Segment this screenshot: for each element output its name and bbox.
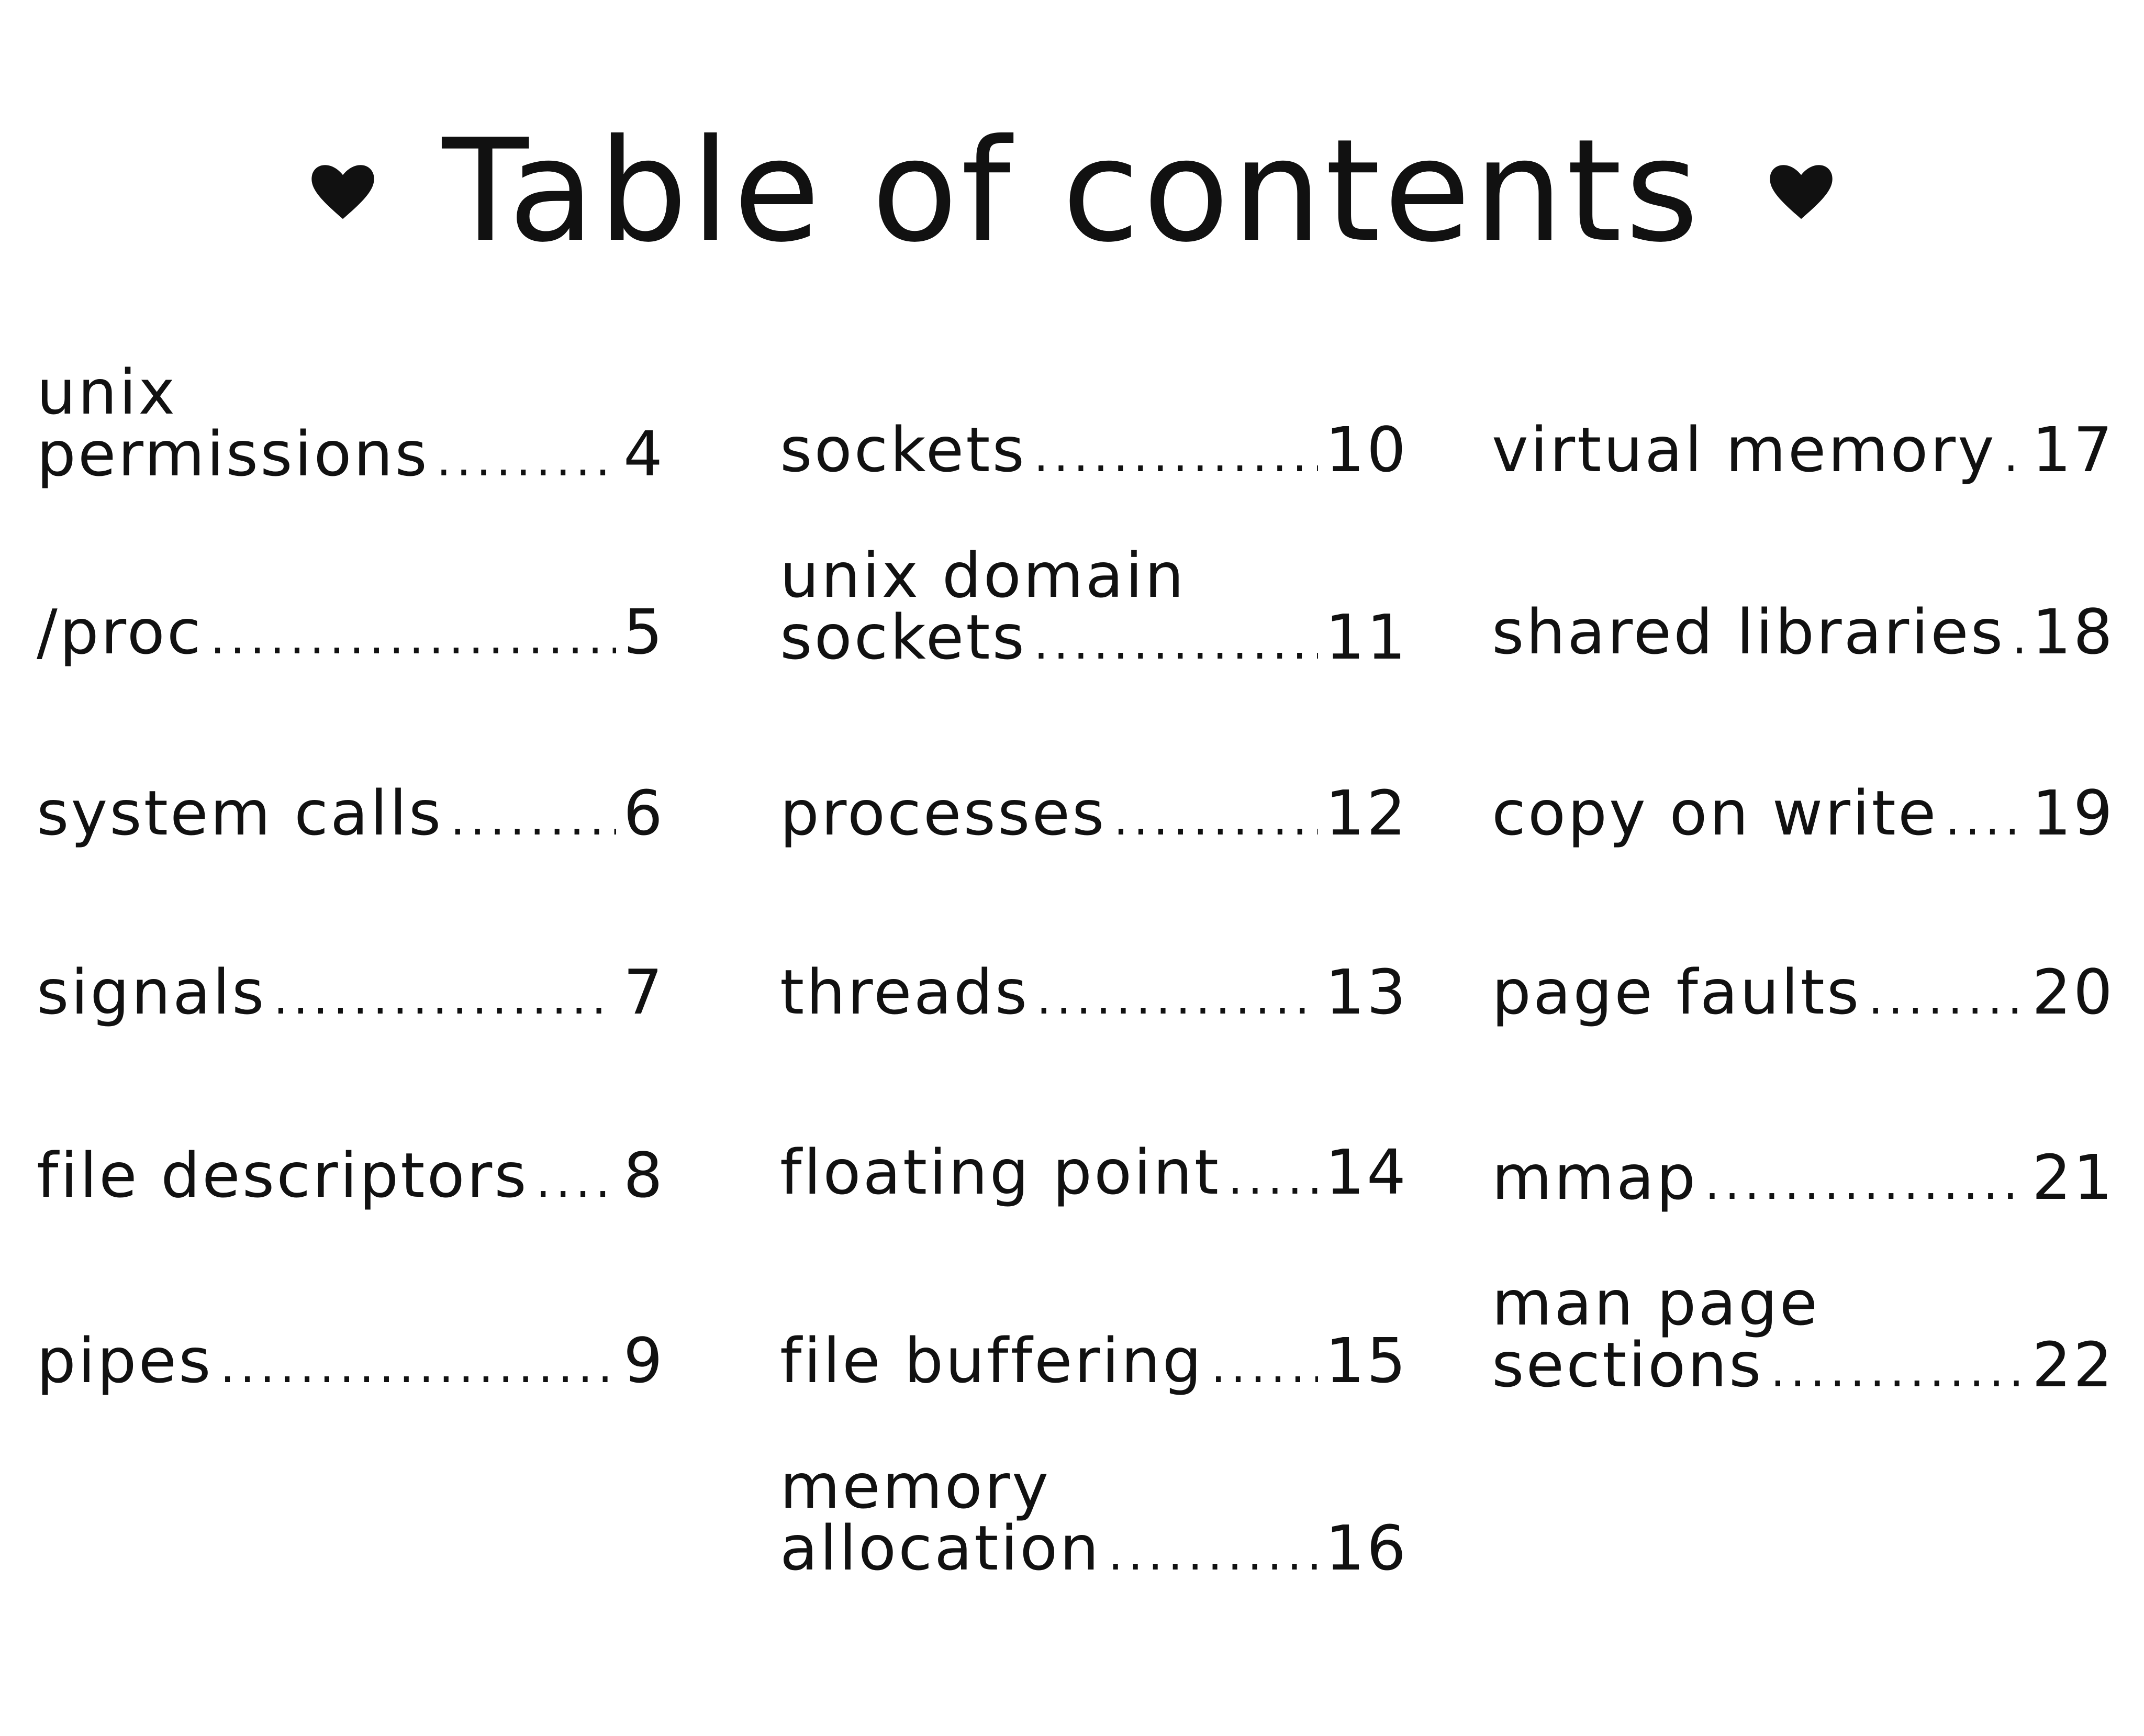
dot-leader: ........................................… [2003, 432, 2025, 478]
entry-label: /proc [37, 596, 203, 668]
entry-label: system calls [37, 777, 443, 849]
entry-page-number: 7 [623, 956, 665, 1028]
entry-page-number: 10 [1325, 414, 1408, 486]
toc-entry[interactable]: virtual memory .........................… [1492, 419, 2115, 481]
heart-icon [311, 165, 374, 219]
page-title: Table of contents [442, 108, 1702, 273]
dot-leader: ........................................… [220, 1343, 616, 1389]
dot-leader: ........................................… [1034, 432, 1318, 478]
entry-page-number: 5 [623, 596, 665, 668]
entry-label: sockets [780, 414, 1027, 486]
toc-entry[interactable]: signals ................................… [37, 961, 665, 1023]
title-bar: Table of contents [0, 105, 2144, 277]
toc-entry[interactable]: processes ..............................… [780, 782, 1408, 844]
entry-page-number: 20 [2031, 956, 2115, 1028]
entry-page-number: 12 [1325, 777, 1408, 849]
dot-leader: ........................................… [1211, 1343, 1318, 1389]
entry-label: virtual memory [1492, 414, 1996, 486]
entry-label: copy on write [1492, 777, 1938, 849]
dot-leader: ........................................… [450, 796, 616, 842]
entry-page-number: 14 [1325, 1136, 1408, 1208]
entry-page-number: 19 [2031, 777, 2115, 849]
dot-leader: ........................................… [1108, 1531, 1318, 1577]
dot-leader: ........................................… [535, 1158, 616, 1204]
entry-label: file descriptors [37, 1139, 529, 1211]
entry-page-number: 4 [623, 418, 665, 490]
dot-leader: ........................................… [1036, 975, 1318, 1021]
entry-page-number: 17 [2031, 414, 2115, 486]
toc-entry[interactable]: sockets ................................… [780, 419, 1408, 481]
toc-entry[interactable]: file descriptors .......................… [37, 1144, 665, 1206]
entry-page-number: 9 [623, 1325, 665, 1397]
entry-label: permissions [37, 418, 429, 490]
entry-label: pipes [37, 1325, 213, 1397]
toc-page: Table of contents unix permissions .....… [0, 0, 2144, 1736]
entry-label: sockets [780, 601, 1027, 673]
entry-page-number: 15 [1325, 1325, 1408, 1397]
entry-label: threads [780, 956, 1030, 1028]
entry-page-number: 8 [623, 1139, 665, 1211]
entry-label: shared libraries [1492, 596, 2005, 668]
dot-leader: ........................................… [1705, 1160, 2025, 1206]
entry-page-number: 16 [1325, 1512, 1408, 1584]
toc-entry[interactable]: threads ................................… [780, 961, 1408, 1023]
toc-entry[interactable]: system calls ...........................… [37, 782, 665, 844]
dot-leader: ........................................… [1770, 1348, 2024, 1394]
entry-page-number: 13 [1325, 956, 1408, 1028]
dot-leader: ........................................… [1228, 1155, 1318, 1201]
entry-label: signals [37, 956, 266, 1028]
toc-entry[interactable]: pipes ..................................… [37, 1330, 665, 1392]
dot-leader: ........................................… [1113, 796, 1318, 842]
entry-page-number: 11 [1325, 601, 1408, 673]
toc-entry[interactable]: mmap ...................................… [1492, 1147, 2115, 1208]
entry-page-number: 18 [2031, 596, 2115, 668]
toc-entry[interactable]: /proc ..................................… [37, 601, 665, 663]
toc-entry[interactable]: unix domain sockets ....................… [780, 544, 1408, 668]
entry-label-line1: unix [37, 356, 177, 428]
entry-label: allocation [780, 1512, 1101, 1584]
dot-leader: ........................................… [1034, 620, 1318, 666]
toc-entry[interactable]: unix permissions .......................… [37, 361, 665, 485]
dot-leader: ........................................… [1945, 796, 2025, 842]
dot-leader: ........................................… [273, 975, 616, 1021]
entry-page-number: 6 [623, 777, 665, 849]
entry-label: mmap [1492, 1141, 1698, 1214]
entry-label: sections [1492, 1329, 1763, 1401]
heart-icon [1770, 165, 1833, 219]
dot-leader: ........................................… [210, 615, 616, 661]
entry-page-number: 21 [2031, 1141, 2115, 1214]
dot-leader: ........................................… [436, 437, 616, 483]
toc-entry[interactable]: memory allocation ......................… [780, 1455, 1408, 1579]
entry-page-number: 22 [2031, 1329, 2115, 1401]
entry-label: floating point [780, 1136, 1221, 1208]
toc-entry[interactable]: man page sections ......................… [1492, 1272, 2115, 1396]
dot-leader: ........................................… [1868, 975, 2024, 1021]
entry-label: file buffering [780, 1325, 1204, 1397]
toc-entry[interactable]: shared libraries .......................… [1492, 601, 2115, 663]
entry-label-line1: man page [1492, 1267, 1820, 1339]
entry-label-line1: unix domain [780, 539, 1186, 611]
entry-label: processes [780, 777, 1107, 849]
toc-entry[interactable]: file buffering .........................… [780, 1330, 1408, 1392]
entry-label-line1: memory [780, 1450, 1051, 1522]
dot-leader: ........................................… [2012, 615, 2025, 661]
toc-entry[interactable]: floating point .........................… [780, 1141, 1408, 1203]
toc-entry[interactable]: copy on write ..........................… [1492, 782, 2115, 844]
entry-label: page faults [1492, 956, 1861, 1028]
toc-entry[interactable]: page faults ............................… [1492, 961, 2115, 1023]
